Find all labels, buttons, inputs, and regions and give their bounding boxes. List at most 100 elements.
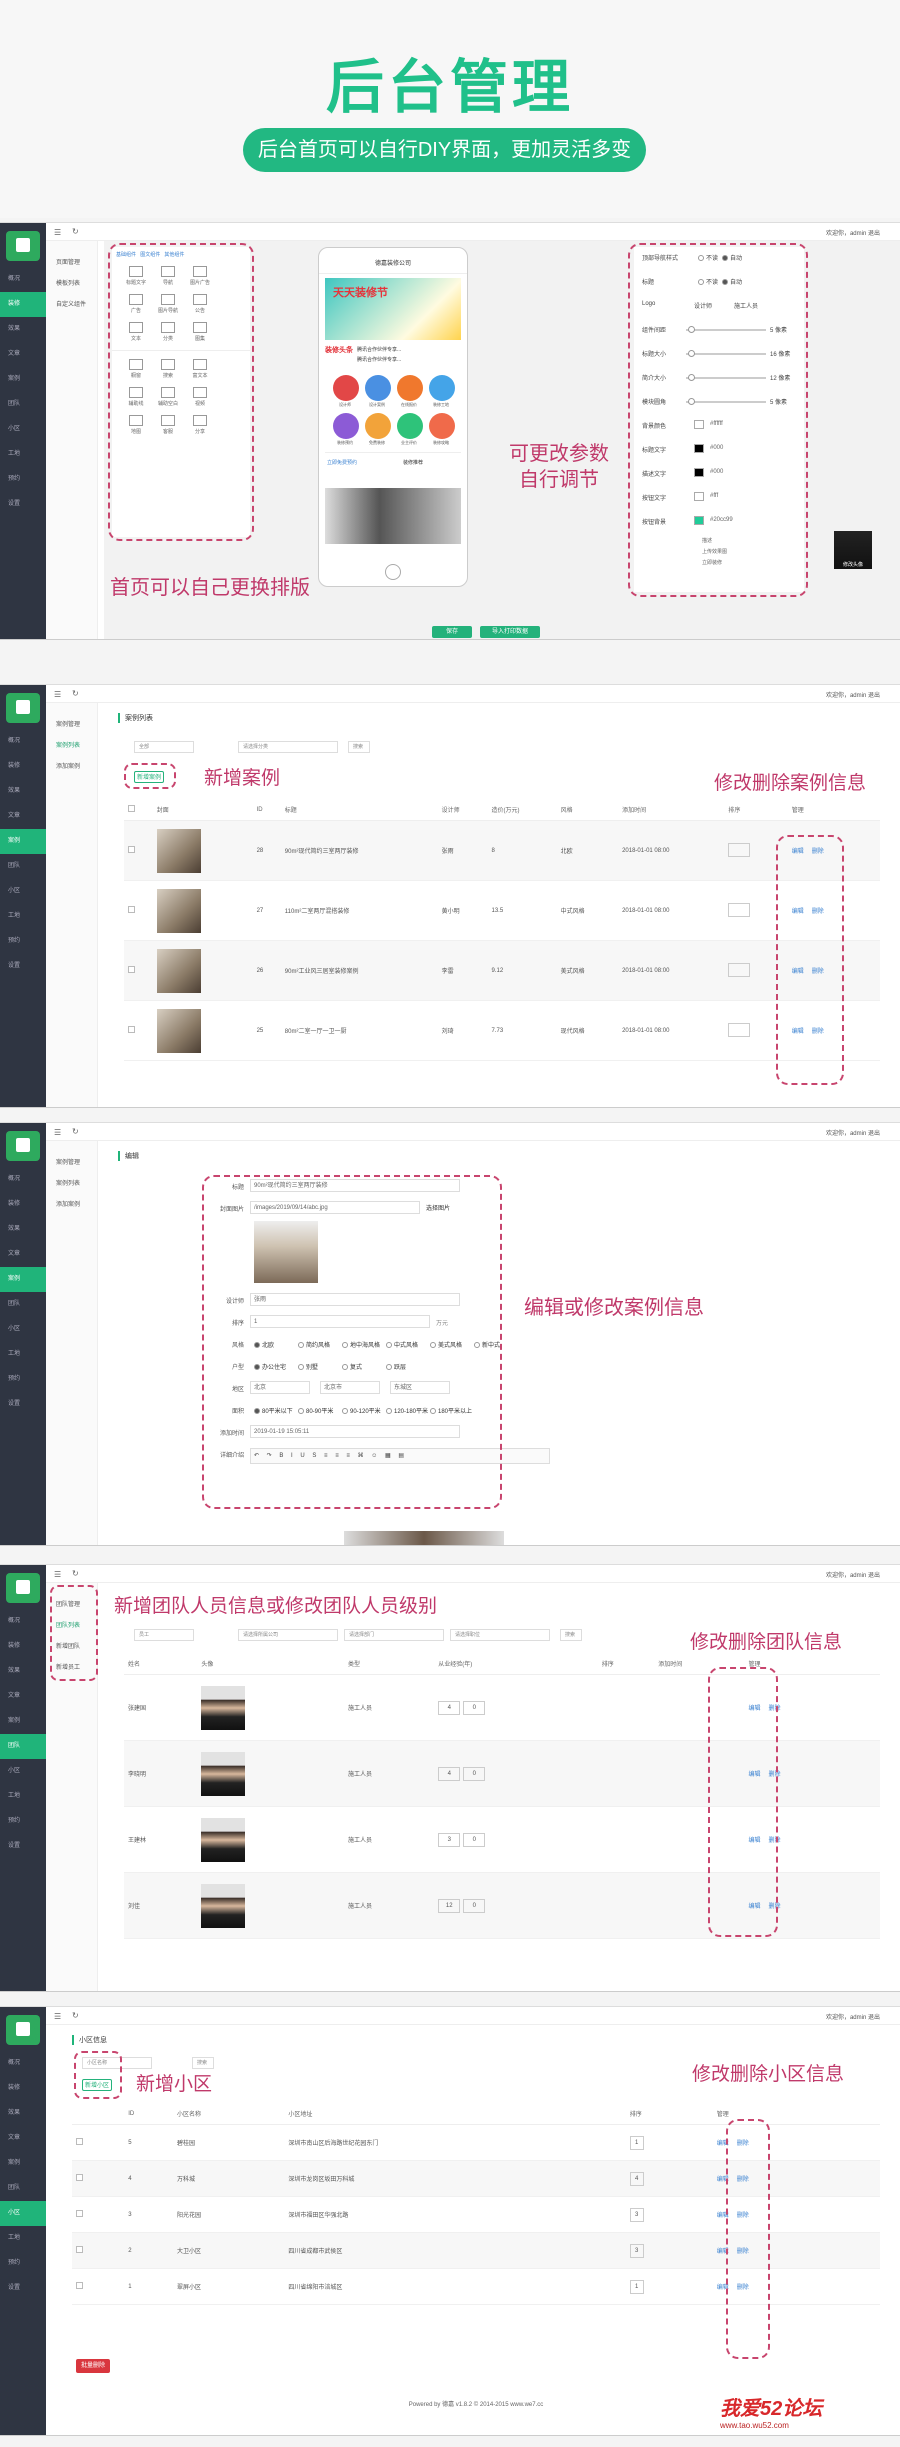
order-input[interactable] <box>728 962 751 977</box>
phone-icon-item[interactable]: 装修攻略 <box>425 408 457 446</box>
filter-department[interactable]: 请选择部门 <box>344 1629 444 1641</box>
sidebar-item-community[interactable]: 小区 <box>0 879 46 904</box>
phone-icon-item[interactable]: 业主评价 <box>393 408 425 446</box>
sidebar-item-effect[interactable]: 效果 <box>0 2101 46 2126</box>
phone-icon-item[interactable]: 装修工地 <box>425 370 457 408</box>
order-input[interactable]: 0 <box>463 1832 486 1847</box>
subnav-item[interactable]: 案例列表 <box>46 734 97 755</box>
experience-input[interactable]: 12 <box>438 1898 461 1913</box>
order-input[interactable]: 1 <box>629 2279 644 2294</box>
sidebar-item-article[interactable]: 文章 <box>0 2126 46 2151</box>
order-input[interactable]: 3 <box>629 2207 644 2222</box>
sidebar-item-case[interactable]: 案例 <box>0 367 46 392</box>
order-input[interactable]: 3 <box>629 2243 644 2258</box>
sidebar-item-overview[interactable]: 概况 <box>0 1609 46 1634</box>
import-button[interactable]: 导入打印数据 <box>480 626 540 638</box>
experience-input[interactable]: 4 <box>438 1700 461 1715</box>
phone-icon-item[interactable]: 设计案例 <box>361 370 393 408</box>
sidebar-item-team[interactable]: 团队 <box>0 392 46 417</box>
refresh-icon[interactable]: ↻ <box>72 1127 79 1136</box>
menu-icon[interactable]: ☰ <box>54 1570 61 1579</box>
refresh-icon[interactable]: ↻ <box>72 1569 79 1578</box>
refresh-icon[interactable]: ↻ <box>72 227 79 236</box>
refresh-icon[interactable]: ↻ <box>72 689 79 698</box>
sidebar-item-settings[interactable]: 设置 <box>0 2276 46 2301</box>
sidebar-item-site[interactable]: 工地 <box>0 904 46 929</box>
sidebar-item-case[interactable]: 案例 <box>0 829 46 854</box>
phone-icon-item[interactable]: 装修预约 <box>329 408 361 446</box>
sidebar-item-overview[interactable]: 概况 <box>0 1167 46 1192</box>
filter-staff[interactable]: 员工 <box>134 1629 194 1641</box>
filter-position[interactable]: 请选择职位 <box>450 1629 550 1641</box>
row-checkbox[interactable] <box>128 846 135 853</box>
sidebar-item-effect[interactable]: 效果 <box>0 317 46 342</box>
sidebar-item-settings[interactable]: 设置 <box>0 1834 46 1859</box>
sidebar-item-site[interactable]: 工地 <box>0 442 46 467</box>
subnav-item[interactable]: 案例列表 <box>46 1172 97 1193</box>
sidebar-item-site[interactable]: 工地 <box>0 2226 46 2251</box>
logout-link[interactable]: 退出 <box>868 693 880 699</box>
menu-icon[interactable]: ☰ <box>54 690 61 699</box>
subnav-item[interactable]: 页面管理 <box>46 251 97 272</box>
subnav-item[interactable]: 自定义组件 <box>46 293 97 314</box>
order-input[interactable]: 0 <box>463 1898 486 1913</box>
menu-icon[interactable]: ☰ <box>54 2012 61 2021</box>
filter-company[interactable]: 请选择所属公司 <box>238 1629 338 1641</box>
row-checkbox[interactable] <box>76 2246 83 2253</box>
sidebar-item-team[interactable]: 团队 <box>0 1734 46 1759</box>
row-checkbox[interactable] <box>128 966 135 973</box>
sidebar-item-booking[interactable]: 预约 <box>0 1367 46 1392</box>
row-checkbox[interactable] <box>76 2210 83 2217</box>
sidebar-item-effect[interactable]: 效果 <box>0 1217 46 1242</box>
sidebar-item-team[interactable]: 团队 <box>0 2176 46 2201</box>
order-input[interactable] <box>728 1022 751 1037</box>
refresh-icon[interactable]: ↻ <box>72 2011 79 2020</box>
logout-link[interactable]: 退出 <box>868 231 880 237</box>
sidebar-item-decorate[interactable]: 装修 <box>0 292 46 317</box>
menu-icon[interactable]: ☰ <box>54 228 61 237</box>
sidebar-item-settings[interactable]: 设置 <box>0 492 46 517</box>
sidebar-item-article[interactable]: 文章 <box>0 1242 46 1267</box>
checkbox[interactable] <box>128 805 135 812</box>
sidebar-item-decorate[interactable]: 装修 <box>0 1192 46 1217</box>
sidebar-item-team[interactable]: 团队 <box>0 1292 46 1317</box>
sidebar-item-booking[interactable]: 预约 <box>0 467 46 492</box>
sidebar-item-team[interactable]: 团队 <box>0 854 46 879</box>
order-input[interactable]: 1 <box>629 2135 644 2150</box>
phone-icon-item[interactable]: 在线报价 <box>393 370 425 408</box>
sidebar-item-community[interactable]: 小区 <box>0 1759 46 1784</box>
sidebar-item-site[interactable]: 工地 <box>0 1342 46 1367</box>
order-input[interactable]: 0 <box>463 1766 486 1781</box>
sidebar-item-decorate[interactable]: 装修 <box>0 1634 46 1659</box>
sidebar-item-overview[interactable]: 概况 <box>0 2051 46 2076</box>
row-checkbox[interactable] <box>76 2138 83 2145</box>
sidebar-item-article[interactable]: 文章 <box>0 1684 46 1709</box>
sidebar-item-overview[interactable]: 概况 <box>0 729 46 754</box>
sidebar-item-article[interactable]: 文章 <box>0 804 46 829</box>
logout-link[interactable]: 退出 <box>868 2015 880 2021</box>
sidebar-item-booking[interactable]: 预约 <box>0 2251 46 2276</box>
sidebar-item-settings[interactable]: 设置 <box>0 1392 46 1417</box>
subnav-item[interactable]: 添加案例 <box>46 1193 97 1214</box>
experience-input[interactable]: 4 <box>438 1766 461 1781</box>
subnav-item[interactable]: 添加案例 <box>46 755 97 776</box>
sidebar-item-effect[interactable]: 效果 <box>0 1659 46 1684</box>
sidebar-item-settings[interactable]: 设置 <box>0 954 46 979</box>
order-input[interactable]: 0 <box>463 1700 486 1715</box>
save-button[interactable]: 保存 <box>432 626 472 638</box>
sidebar-item-article[interactable]: 文章 <box>0 342 46 367</box>
search-button[interactable]: 搜索 <box>192 2057 214 2069</box>
sidebar-item-decorate[interactable]: 装修 <box>0 754 46 779</box>
sidebar-item-booking[interactable]: 预约 <box>0 1809 46 1834</box>
logout-link[interactable]: 退出 <box>868 1131 880 1137</box>
experience-input[interactable]: 3 <box>438 1832 461 1847</box>
sidebar-item-case[interactable]: 案例 <box>0 1709 46 1734</box>
phone-icon-item[interactable]: 免费装修 <box>361 408 393 446</box>
logout-link[interactable]: 退出 <box>868 1573 880 1579</box>
sidebar-item-case[interactable]: 案例 <box>0 1267 46 1292</box>
category-select[interactable]: 请选择分类 <box>238 741 338 753</box>
filter-all[interactable]: 全部 <box>134 741 194 753</box>
sidebar-item-community[interactable]: 小区 <box>0 2201 46 2226</box>
menu-icon[interactable]: ☰ <box>54 1128 61 1137</box>
sidebar-item-community[interactable]: 小区 <box>0 417 46 442</box>
